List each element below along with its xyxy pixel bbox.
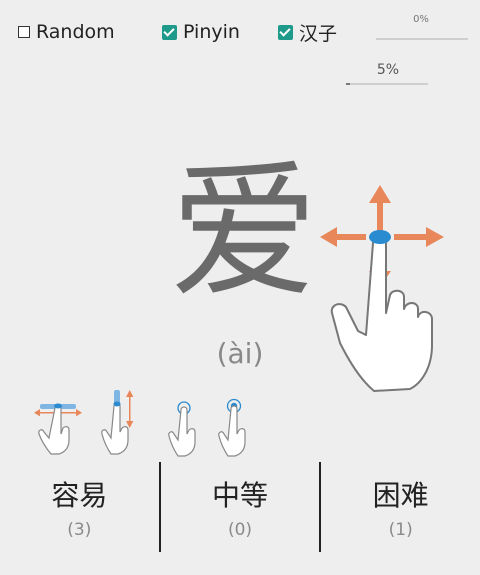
- difficulty-hard-count: (1): [388, 520, 413, 540]
- pinyin-checkbox-box[interactable]: [162, 24, 177, 40]
- swipe-horizontal-icon: [34, 403, 82, 455]
- hanzi-checkbox[interactable]: 汉子: [278, 18, 337, 46]
- flashcard-character[interactable]: 爱: [170, 158, 318, 306]
- progress-second-label: 5%: [376, 62, 400, 78]
- difficulty-medium-count: (0): [227, 520, 253, 540]
- pinyin-checkbox[interactable]: Pinyin: [162, 18, 240, 46]
- difficulty-medium-label: 中等: [212, 479, 269, 512]
- difficulty-bar: 容易 (3) 中等 (0) 困难 (1): [0, 462, 480, 552]
- progress-second-bar: [346, 83, 428, 85]
- random-checkbox-box[interactable]: [18, 26, 30, 38]
- difficulty-hard-label: 困难: [372, 479, 429, 512]
- hanzi-label: 汉子: [299, 22, 338, 45]
- progress-top-bar: [376, 38, 468, 40]
- difficulty-hard-button[interactable]: 困难 (1): [321, 462, 480, 552]
- double-tap-icon: [218, 398, 246, 457]
- flashcard-pinyin: (ài): [216, 337, 264, 370]
- difficulty-medium-button[interactable]: 中等 (0): [161, 462, 320, 552]
- difficulty-easy-count: (3): [67, 520, 92, 540]
- random-checkbox[interactable]: Random: [18, 18, 115, 46]
- difficulty-easy-label: 容易: [51, 479, 108, 512]
- progress-top-label: 0%: [413, 14, 429, 25]
- pinyin-label: Pinyin: [183, 21, 240, 43]
- random-label: Random: [36, 21, 115, 43]
- progress-second-fill: [346, 83, 351, 85]
- single-tap-icon: [168, 401, 196, 457]
- difficulty-easy-button[interactable]: 容易 (3): [0, 462, 159, 552]
- swipe-vertical-icon: [101, 390, 134, 455]
- hanzi-checkbox-box[interactable]: [278, 24, 293, 40]
